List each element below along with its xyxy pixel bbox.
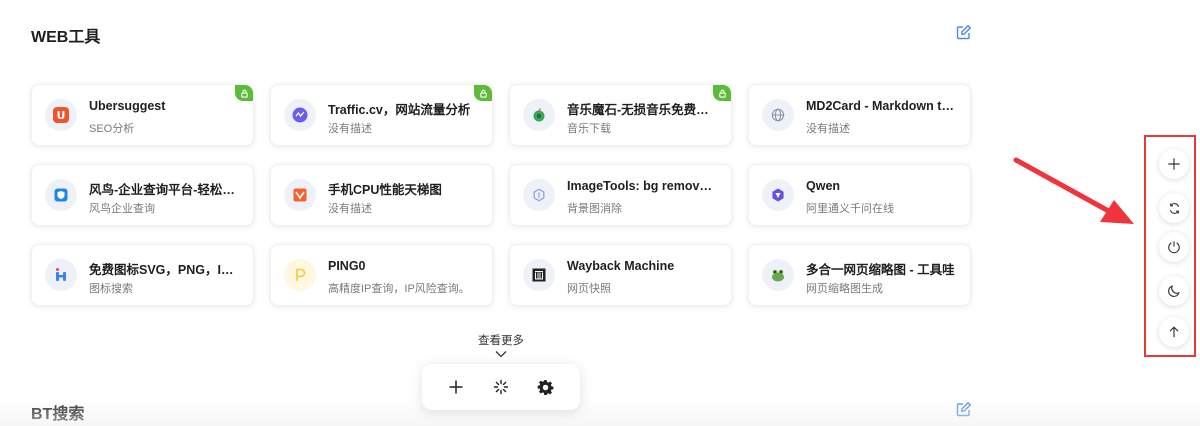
card-title: PING0 xyxy=(328,259,366,273)
edit-icon[interactable] xyxy=(956,24,972,40)
view-more-button[interactable]: 查看更多 xyxy=(460,332,542,358)
traffic-logo-icon xyxy=(284,99,316,131)
tool-card[interactable]: ImageTools: bg removal tool 背景图消除 xyxy=(509,164,732,226)
view-more-label: 查看更多 xyxy=(478,335,524,347)
tool-card[interactable]: U Ubersuggest SEO分析 xyxy=(31,84,254,146)
card-description: 没有描述 xyxy=(328,123,372,135)
red-arrow-annotation xyxy=(1013,157,1134,224)
card-title: Ubersuggest xyxy=(89,99,166,113)
tool-card[interactable]: Wayback Machine 网页快照 xyxy=(509,244,732,306)
card-description: 阿里通义千问在线 xyxy=(806,203,894,215)
tool-card[interactable]: 风鸟-企业查询平台-轻松查企业 风鸟企业查询 xyxy=(31,164,254,226)
loading-icon[interactable] xyxy=(489,375,513,399)
tool-card[interactable]: PING0 高精度IP查询，IP风险查询。 xyxy=(270,244,493,306)
lock-icon xyxy=(474,85,492,101)
iconfont-logo-icon xyxy=(45,259,77,291)
plus-icon[interactable] xyxy=(1159,149,1189,179)
tool-card[interactable]: 手机CPU性能天梯图 没有描述 xyxy=(270,164,493,226)
shield-logo-icon xyxy=(45,179,77,211)
tool-card[interactable]: Qwen 阿里通义千问在线 xyxy=(748,164,971,226)
gear-icon[interactable] xyxy=(534,375,558,399)
refresh-icon[interactable] xyxy=(1159,193,1189,223)
tool-card[interactable]: 音乐魔石-无损音乐免费下载 音乐下载 xyxy=(509,84,732,146)
section-title-bt: BT搜索 xyxy=(31,406,85,423)
card-description: 高精度IP查询，IP风险查询。 xyxy=(328,283,470,295)
card-title: Qwen xyxy=(806,179,841,193)
tool-card[interactable]: MD2Card - Markdown to Card 没有描述 xyxy=(748,84,971,146)
globe-icon xyxy=(762,99,794,131)
card-title: Wayback Machine xyxy=(567,259,675,273)
lock-icon xyxy=(235,85,253,101)
cpu-logo-icon xyxy=(284,179,316,211)
bottom-fade xyxy=(0,396,1200,426)
card-description: SEO分析 xyxy=(89,123,135,135)
floating-toolbar xyxy=(422,364,580,410)
card-description: 没有描述 xyxy=(806,123,850,135)
card-title: Traffic.cv，网站流量分析 xyxy=(328,103,471,117)
tool-card-grid: U Ubersuggest SEO分析 Traffic.cv，网站流量分析 没有… xyxy=(31,84,971,306)
plus-icon[interactable] xyxy=(444,375,468,399)
card-description: 没有描述 xyxy=(328,203,372,215)
ubersuggest-logo-icon: U xyxy=(45,99,77,131)
music-logo-icon xyxy=(523,99,555,131)
edit-icon[interactable] xyxy=(956,401,972,417)
card-title: 手机CPU性能天梯图 xyxy=(328,183,442,197)
card-title: 音乐魔石-无损音乐免费下载 xyxy=(567,103,717,117)
card-title: ImageTools: bg removal tool xyxy=(567,179,717,193)
chevron-down-icon xyxy=(495,351,507,358)
card-description: 背景图消除 xyxy=(567,203,622,215)
card-description: 音乐下载 xyxy=(567,123,611,135)
qwen-logo-icon xyxy=(762,179,794,211)
moon-icon[interactable] xyxy=(1159,276,1189,306)
section-title-web: WEB工具 xyxy=(31,29,101,46)
card-description: 图标搜索 xyxy=(89,283,133,295)
arrow-up-icon[interactable] xyxy=(1159,317,1189,347)
power-icon[interactable] xyxy=(1159,232,1189,262)
lock-icon xyxy=(713,85,731,101)
frog-logo-icon xyxy=(762,259,794,291)
tool-card[interactable]: 免费图标SVG，PNG，ICO下载 图标搜索 xyxy=(31,244,254,306)
card-title: 风鸟-企业查询平台-轻松查企业 xyxy=(89,183,239,197)
imagetools-logo-icon xyxy=(523,179,555,211)
tool-card[interactable]: Traffic.cv，网站流量分析 没有描述 xyxy=(270,84,493,146)
card-title: 多合一网页缩略图 - 工具哇 xyxy=(806,263,955,277)
card-title: 免费图标SVG，PNG，ICO下载 xyxy=(89,263,239,277)
archive-logo-icon xyxy=(523,259,555,291)
card-description: 网页缩略图生成 xyxy=(806,283,883,295)
side-action-panel xyxy=(1144,135,1196,357)
tool-card[interactable]: 多合一网页缩略图 - 工具哇 网页缩略图生成 xyxy=(748,244,971,306)
card-description: 网页快照 xyxy=(567,283,611,295)
card-title: MD2Card - Markdown to Card xyxy=(806,99,956,113)
card-description: 风鸟企业查询 xyxy=(89,203,155,215)
ping0-logo-icon xyxy=(284,259,316,291)
